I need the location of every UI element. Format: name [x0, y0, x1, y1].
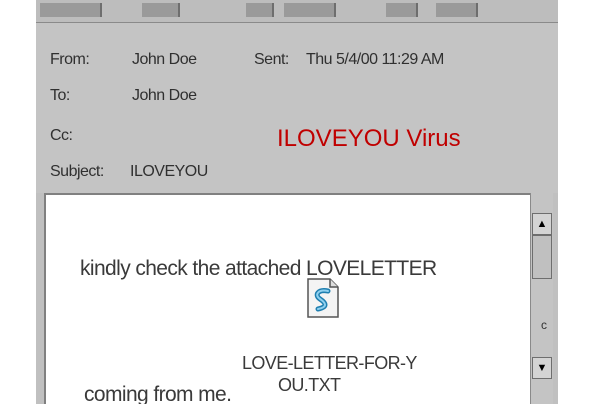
- scroll-up-arrow-icon[interactable]: ▲: [532, 213, 552, 235]
- from-value[interactable]: John Doe: [132, 51, 197, 69]
- message-header: From: John Doe Sent: Thu 5/4/00 11:29 AM…: [36, 23, 558, 193]
- email-window: From: John Doe Sent: Thu 5/4/00 11:29 AM…: [36, 0, 558, 404]
- scroll-thumb[interactable]: [532, 235, 552, 279]
- scroll-down-arrow-icon[interactable]: ▼: [532, 357, 552, 379]
- from-label: From:: [50, 51, 90, 68]
- script-file-icon[interactable]: [306, 277, 340, 319]
- message-body[interactable]: kindly check the attached LOVELETTER LOV…: [44, 193, 532, 404]
- toolbar-button[interactable]: [40, 3, 102, 17]
- attachment-name-line-1[interactable]: LOVE-LETTER-FOR-Y: [242, 353, 417, 374]
- subject-value: ILOVEYOU: [130, 163, 208, 180]
- sent-label: Sent:: [254, 51, 289, 68]
- virus-annotation: ILOVEYOU Virus: [277, 125, 461, 152]
- toolbar-button[interactable]: [386, 3, 418, 17]
- body-line-2: coming from me.: [84, 383, 232, 404]
- vertical-scrollbar[interactable]: ▲ ▼: [530, 193, 553, 404]
- stray-character: c: [541, 318, 547, 332]
- attachment-name-line-2[interactable]: OU.TXT: [278, 375, 341, 396]
- toolbar-button[interactable]: [246, 3, 274, 17]
- to-value[interactable]: John Doe: [132, 87, 197, 105]
- sent-value: Thu 5/4/00 11:29 AM: [306, 51, 444, 68]
- toolbar-button[interactable]: [284, 3, 336, 17]
- toolbar-button[interactable]: [142, 3, 180, 17]
- to-label: To:: [50, 87, 70, 104]
- toolbar-button[interactable]: [436, 3, 478, 17]
- subject-label: Subject:: [50, 163, 104, 180]
- body-line-1: kindly check the attached LOVELETTER: [80, 257, 437, 280]
- cc-label: Cc:: [50, 127, 73, 144]
- toolbar: [36, 0, 558, 23]
